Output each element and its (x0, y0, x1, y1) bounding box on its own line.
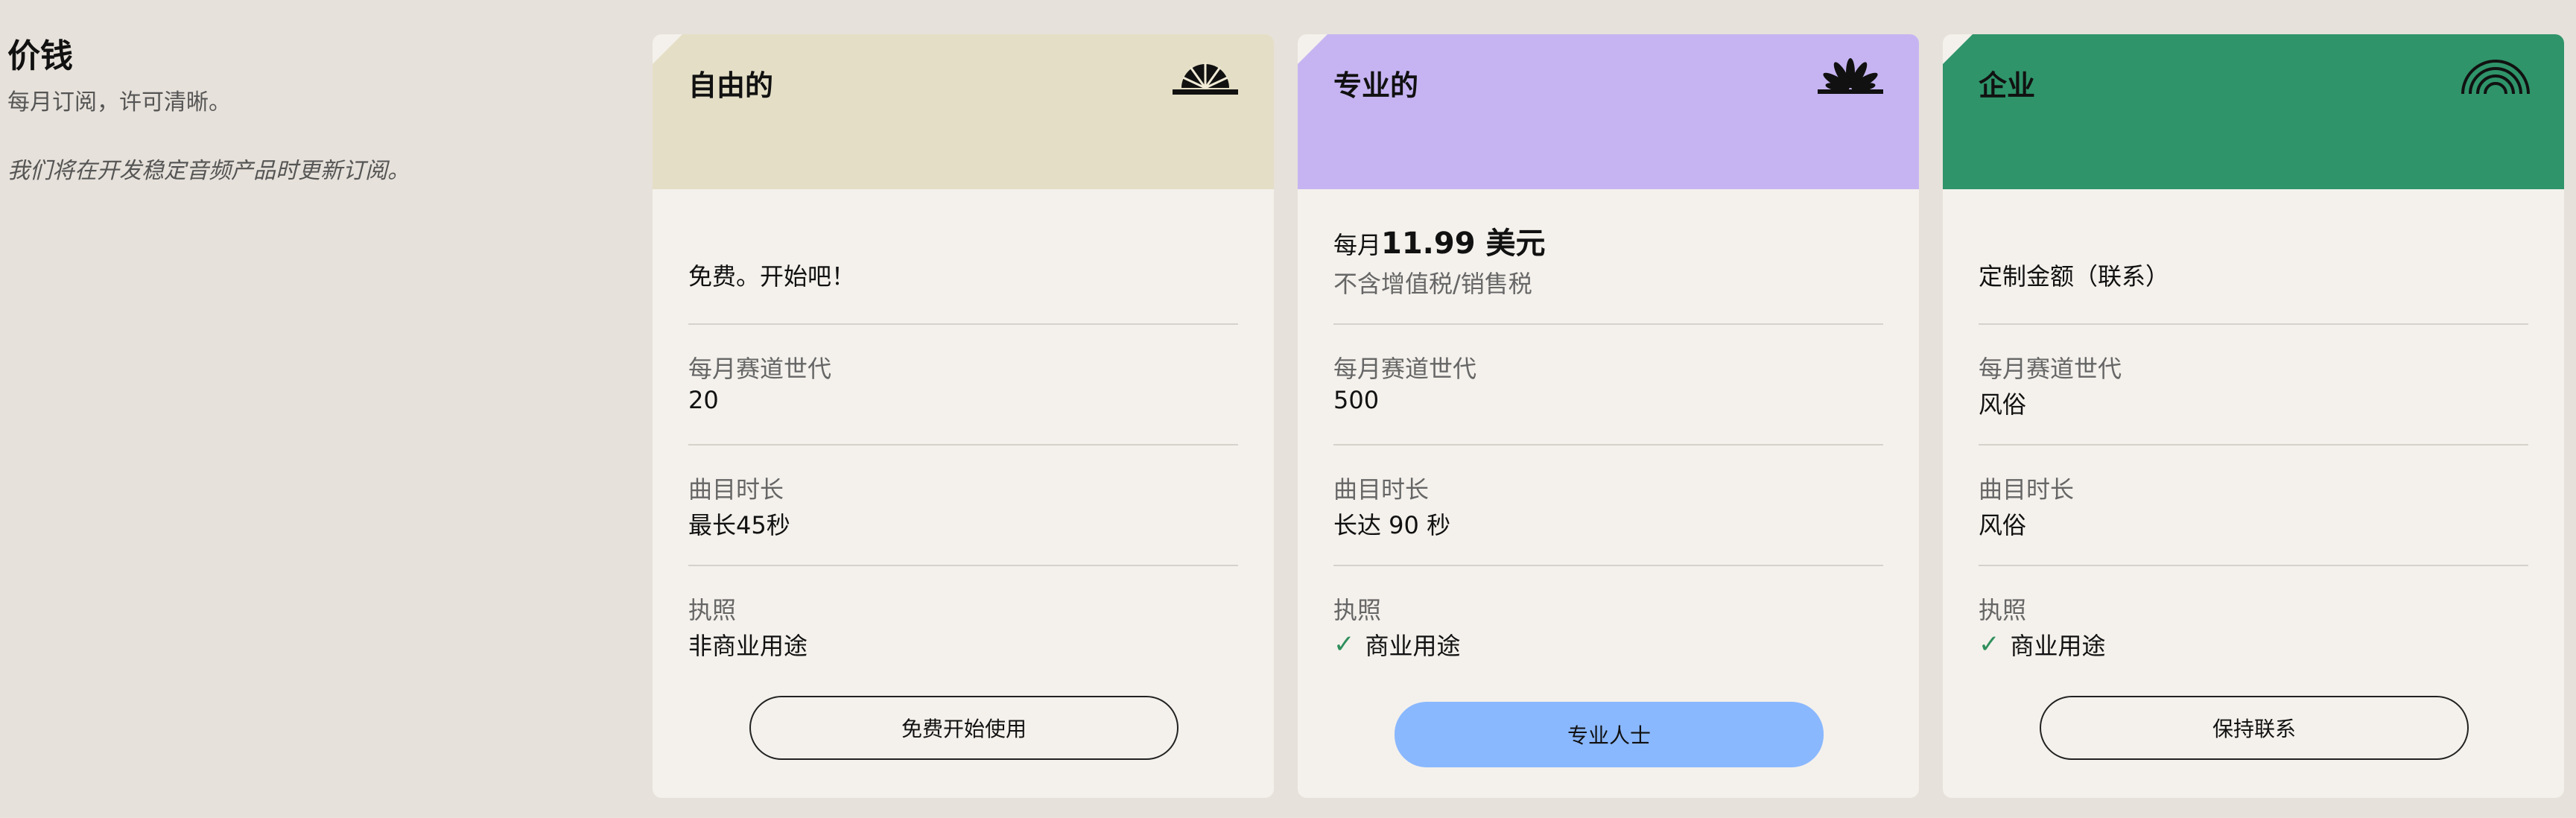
license-value: 商业用途 (2010, 632, 2106, 660)
duration-value: 风俗 (1979, 511, 2027, 539)
tracks-value: 500 (1333, 386, 1380, 414)
page-subtitle: 每月订阅，许可清晰。 (7, 89, 231, 115)
duration-label: 曲目时长 (688, 475, 784, 504)
price-text: 定制金额（联系） (1979, 262, 2170, 291)
plan-name: 企业 (1979, 69, 2036, 102)
contact-sales-button[interactable]: 保持联系 (2040, 696, 2469, 760)
tracks-row: 每月赛道世代 500 (1333, 325, 1883, 446)
tracks-value: 风俗 (1979, 390, 2027, 419)
page-note: 我们将在开发稳定音频产品时更新订阅。 (7, 158, 410, 184)
duration-row: 曲目时长 最长45秒 (688, 446, 1238, 566)
license-label: 执照 (1333, 596, 1382, 624)
plan-card-enterprise: 企业 定制金额（联系） 每月赛道世代 风俗 曲目时长 风俗 执照 ✓ 商业用途 (1943, 34, 2564, 798)
plan-card-pro: 专业的 每月11.99 美元 不含增值税/销售税 每月赛道世代 500 曲目时长… (1298, 34, 1919, 798)
price-block: 定制金额（联系） (1979, 189, 2528, 325)
rainbow-arc-icon (2461, 60, 2530, 95)
price-block: 免费。开始吧！ (688, 189, 1238, 325)
license-row: 执照 ✓ 商业用途 (1333, 566, 1883, 685)
duration-value: 长达 90 秒 (1333, 511, 1451, 539)
price-prefix: 每月 (1333, 231, 1382, 259)
pricing-intro: 价钱 每月订阅，许可清晰。 我们将在开发稳定音频产品时更新订阅。 (7, 30, 589, 188)
tracks-label: 每月赛道世代 (1979, 355, 2122, 383)
tracks-label: 每月赛道世代 (1333, 355, 1477, 383)
duration-row: 曲目时长 长达 90 秒 (1333, 446, 1883, 566)
license-value-wrap: ✓ 商业用途 (1333, 627, 1461, 662)
sunrise-icon (1173, 63, 1238, 95)
duration-label: 曲目时长 (1333, 475, 1430, 504)
duration-label: 曲目时长 (1979, 475, 2075, 504)
price-note: 不含增值税/销售税 (1333, 270, 1532, 298)
tracks-row: 每月赛道世代 20 (688, 325, 1238, 446)
price-text: 免费。开始吧！ (688, 262, 856, 291)
plan-header-enterprise: 企业 (1943, 34, 2564, 189)
fan-burst-icon (1818, 58, 1883, 94)
plan-header-free: 自由的 (653, 34, 1274, 189)
license-value: 非商业用途 (688, 632, 808, 660)
tracks-row: 每月赛道世代 风俗 (1979, 325, 2528, 446)
license-label: 执照 (688, 596, 737, 624)
license-value: 商业用途 (1365, 632, 1461, 660)
license-row: 执照 ✓ 商业用途 (1979, 566, 2528, 685)
price-amount: 11.99 美元 (1381, 226, 1546, 261)
tracks-label: 每月赛道世代 (688, 355, 832, 383)
price-main: 每月11.99 美元 (1333, 219, 1545, 262)
license-row: 执照 非商业用途 (688, 566, 1238, 685)
plan-header-pro: 专业的 (1298, 34, 1919, 189)
plan-name: 专业的 (1333, 69, 1419, 102)
pro-plan-button[interactable]: 专业人士 (1395, 702, 1824, 767)
page-title: 价钱 (7, 37, 73, 75)
license-label: 执照 (1979, 596, 2027, 624)
plan-name: 自由的 (688, 69, 774, 102)
plan-card-free: 自由的 免费。开始吧！ 每月赛道世代 20 曲目时长 最长45秒 执照 非商业用… (653, 34, 1274, 798)
checkmark-icon: ✓ (1979, 630, 2000, 659)
checkmark-icon: ✓ (1333, 630, 1355, 659)
duration-row: 曲目时长 风俗 (1979, 446, 2528, 566)
price-block: 每月11.99 美元 不含增值税/销售税 (1333, 189, 1883, 325)
license-value-wrap: ✓ 商业用途 (1979, 627, 2106, 662)
tracks-value: 20 (688, 386, 719, 414)
duration-value: 最长45秒 (688, 511, 790, 539)
start-free-button[interactable]: 免费开始使用 (749, 696, 1178, 760)
